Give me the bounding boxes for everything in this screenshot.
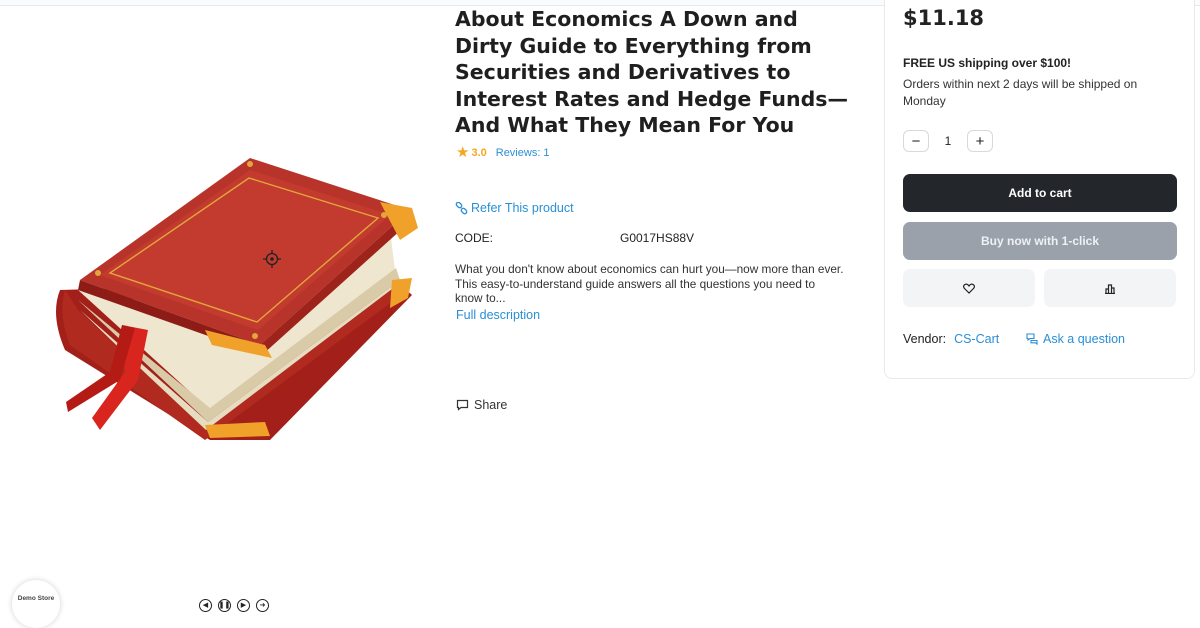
reviews-link[interactable]: Reviews: 1 — [496, 147, 550, 159]
compare-button[interactable] — [1044, 269, 1176, 307]
vendor-link[interactable]: CS-Cart — [954, 332, 999, 346]
shipping-note: Orders within next 2 days will be shippe… — [903, 77, 1138, 108]
full-description-link[interactable]: Full description — [456, 308, 540, 322]
qty-decrease-button[interactable]: − — [903, 130, 929, 152]
slider-controls: ◀ ❚❚ ▶ ➜ — [199, 599, 275, 612]
share-label: Share — [474, 398, 508, 412]
pause-icon[interactable]: ❚❚ — [218, 599, 231, 612]
share-button[interactable]: Share — [456, 398, 507, 412]
product-image[interactable] — [40, 140, 430, 450]
rating-value: 3.0 — [471, 147, 487, 159]
heart-icon — [963, 283, 975, 294]
vendor-label: Vendor: — [903, 332, 947, 346]
book-image — [56, 158, 418, 440]
refer-product-link[interactable]: Refer This product — [455, 201, 574, 215]
link-icon — [455, 201, 468, 214]
add-to-cart-button[interactable]: Add to cart — [903, 174, 1177, 212]
reviews-label: Reviews: — [495, 147, 541, 159]
code-value: G0017HS88V — [620, 231, 695, 245]
ask-question-label: Ask a question — [1043, 332, 1125, 346]
qty-increase-button[interactable]: + — [967, 130, 993, 152]
vendor-row: Vendor: CS-Cart — [903, 332, 999, 346]
comment-icon — [456, 399, 469, 411]
product-price: $11.18 — [903, 6, 985, 30]
store-logo[interactable]: Demo Store — [12, 580, 60, 628]
free-shipping-title: FREE US shipping over $100! — [903, 56, 1072, 70]
product-title: About Economics A Down and Dirty Guide t… — [455, 7, 848, 137]
product-code: CODE: G0017HS88V — [455, 231, 694, 245]
short-description: What you don't know about economics can … — [455, 262, 844, 305]
store-logo-text: Demo Store — [17, 594, 55, 602]
code-label: CODE: — [455, 231, 494, 245]
qty-value[interactable]: 1 — [929, 134, 967, 148]
prev-icon[interactable]: ◀ — [199, 599, 212, 612]
buy-now-button[interactable]: Buy now with 1-click — [903, 222, 1177, 260]
product-rating[interactable]: ★ 3.0 Reviews: 1 — [456, 144, 550, 161]
refer-product-label: Refer This product — [471, 201, 574, 215]
next-icon[interactable]: ➜ — [256, 599, 269, 612]
quantity-stepper: − 1 + — [903, 130, 993, 152]
reviews-count: 1 — [543, 147, 550, 159]
play-icon[interactable]: ▶ — [237, 599, 250, 612]
compare-icon — [1105, 283, 1115, 294]
zoom-icon[interactable] — [262, 249, 282, 269]
ask-question-link[interactable]: Ask a question — [1026, 332, 1125, 346]
chat-icon — [1026, 333, 1038, 345]
wishlist-button[interactable] — [903, 269, 1035, 307]
star-icon: ★ — [456, 144, 470, 161]
